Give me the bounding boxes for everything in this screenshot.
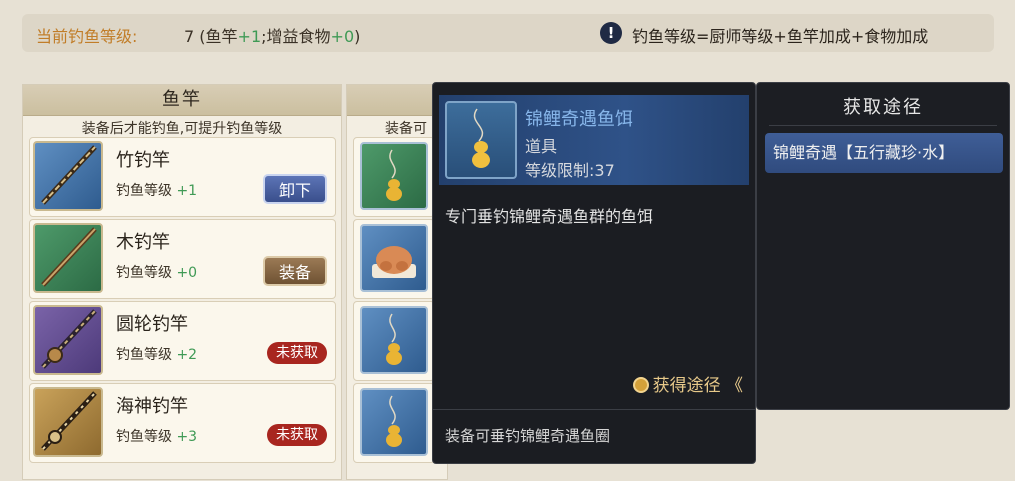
fishing-level-label: 当前钓鱼等级: xyxy=(36,27,138,46)
fishing-level-value: 7 (鱼竿+1;增益食物+0) xyxy=(184,23,360,47)
rod-name: 木钓竿 xyxy=(116,232,170,253)
level-formula: 钓鱼等级=厨师等级+鱼竿加成+食物加成 xyxy=(632,27,929,46)
item-type: 道具 xyxy=(525,137,558,156)
item-level-limit: 等级限制:37 xyxy=(525,161,615,180)
rod-item-wood[interactable]: 木钓竿 钓鱼等级 +0 装备 xyxy=(29,219,336,299)
tooltip-divider xyxy=(433,409,755,410)
rod-item-reel[interactable]: 圆轮钓竿 钓鱼等级 +2 未获取 xyxy=(29,301,336,381)
rod-stat: 钓鱼等级 +3 xyxy=(116,426,197,446)
rod-name: 竹钓竿 xyxy=(116,150,170,171)
lure-icon xyxy=(360,306,428,374)
equip-button[interactable]: 装备 xyxy=(263,256,327,286)
rod-panel: 鱼竿 装备后才能钓鱼,可提升钓鱼等级 竹钓竿 钓鱼等级 +1 卸下 木钓竿 钓鱼… xyxy=(22,84,342,480)
level-open-text: (鱼竿 xyxy=(199,27,238,46)
koi-bait-icon xyxy=(445,101,517,179)
lure-icon xyxy=(360,142,428,210)
rod-name: 海神钓竿 xyxy=(116,396,188,417)
rod-panel-title: 鱼竿 xyxy=(23,85,341,116)
rod-stat-label: 钓鱼等级 xyxy=(116,183,172,199)
item-tooltip: 锦鲤奇遇鱼饵 道具 等级限制:37 专门垂钓锦鲤奇遇鱼群的鱼饵 获得途径 《 装… xyxy=(432,82,756,464)
item-effect: 装备可垂钓锦鲤奇遇鱼圈 xyxy=(445,427,611,445)
reel-rod-icon xyxy=(33,305,103,375)
bait-item[interactable] xyxy=(353,383,435,463)
rod-item-sea-god[interactable]: 海神钓竿 钓鱼等级 +3 未获取 xyxy=(29,383,336,463)
level-close-text: ) xyxy=(354,27,361,46)
unobtained-badge: 未获取 xyxy=(267,342,327,364)
obtain-route-label: 获得途径 xyxy=(652,376,721,396)
level-mid-text: ;增益食物 xyxy=(261,27,331,46)
tooltip-header: 锦鲤奇遇鱼饵 道具 等级限制:37 xyxy=(439,95,749,185)
bait-dumpling-icon xyxy=(360,224,428,292)
rod-name: 圆轮钓竿 xyxy=(116,314,188,335)
source-panel: 获取途径 锦鲤奇遇【五行藏珍·水】 xyxy=(756,82,1010,410)
info-icon[interactable]: ! xyxy=(600,22,622,44)
source-item[interactable]: 锦鲤奇遇【五行藏珍·水】 xyxy=(765,133,1003,173)
unequip-button[interactable]: 卸下 xyxy=(263,174,327,204)
rod-stat: 钓鱼等级 +2 xyxy=(116,344,197,364)
rod-bonus-value: +0 xyxy=(176,265,198,281)
rod-bonus-value: +3 xyxy=(176,429,198,445)
coin-icon xyxy=(632,377,649,393)
double-chevron-left-icon: 《 xyxy=(726,376,743,396)
rod-stat-label: 钓鱼等级 xyxy=(116,429,172,445)
source-divider xyxy=(769,125,997,126)
lure-icon xyxy=(360,388,428,456)
rod-bonus-value: +1 xyxy=(176,183,198,199)
wood-rod-icon xyxy=(33,223,103,293)
bait-item[interactable] xyxy=(353,137,435,217)
source-panel-title: 获取途径 xyxy=(843,97,923,118)
level-number: 7 xyxy=(184,27,195,46)
rod-stat-label: 钓鱼等级 xyxy=(116,265,172,281)
sea-god-rod-icon xyxy=(33,387,103,457)
bait-item[interactable] xyxy=(353,301,435,381)
bait-item[interactable] xyxy=(353,219,435,299)
rod-stat: 钓鱼等级 +1 xyxy=(116,180,197,200)
item-name: 锦鲤奇遇鱼饵 xyxy=(525,109,633,130)
rod-bonus-value: +2 xyxy=(176,347,198,363)
rod-item-bamboo[interactable]: 竹钓竿 钓鱼等级 +1 卸下 xyxy=(29,137,336,217)
rod-stat-label: 钓鱼等级 xyxy=(116,347,172,363)
obtain-route-button[interactable]: 获得途径 《 xyxy=(632,371,743,396)
rod-bonus: +1 xyxy=(237,27,262,46)
unobtained-badge: 未获取 xyxy=(267,424,327,446)
rod-stat: 钓鱼等级 +0 xyxy=(116,262,197,282)
bamboo-rod-icon xyxy=(33,141,103,211)
item-description: 专门垂钓锦鲤奇遇鱼群的鱼饵 xyxy=(445,207,654,226)
food-bonus: +0 xyxy=(330,27,355,46)
fishing-level-bar: 当前钓鱼等级: 7 (鱼竿+1;增益食物+0) ! 钓鱼等级=厨师等级+鱼竿加成… xyxy=(22,14,994,52)
